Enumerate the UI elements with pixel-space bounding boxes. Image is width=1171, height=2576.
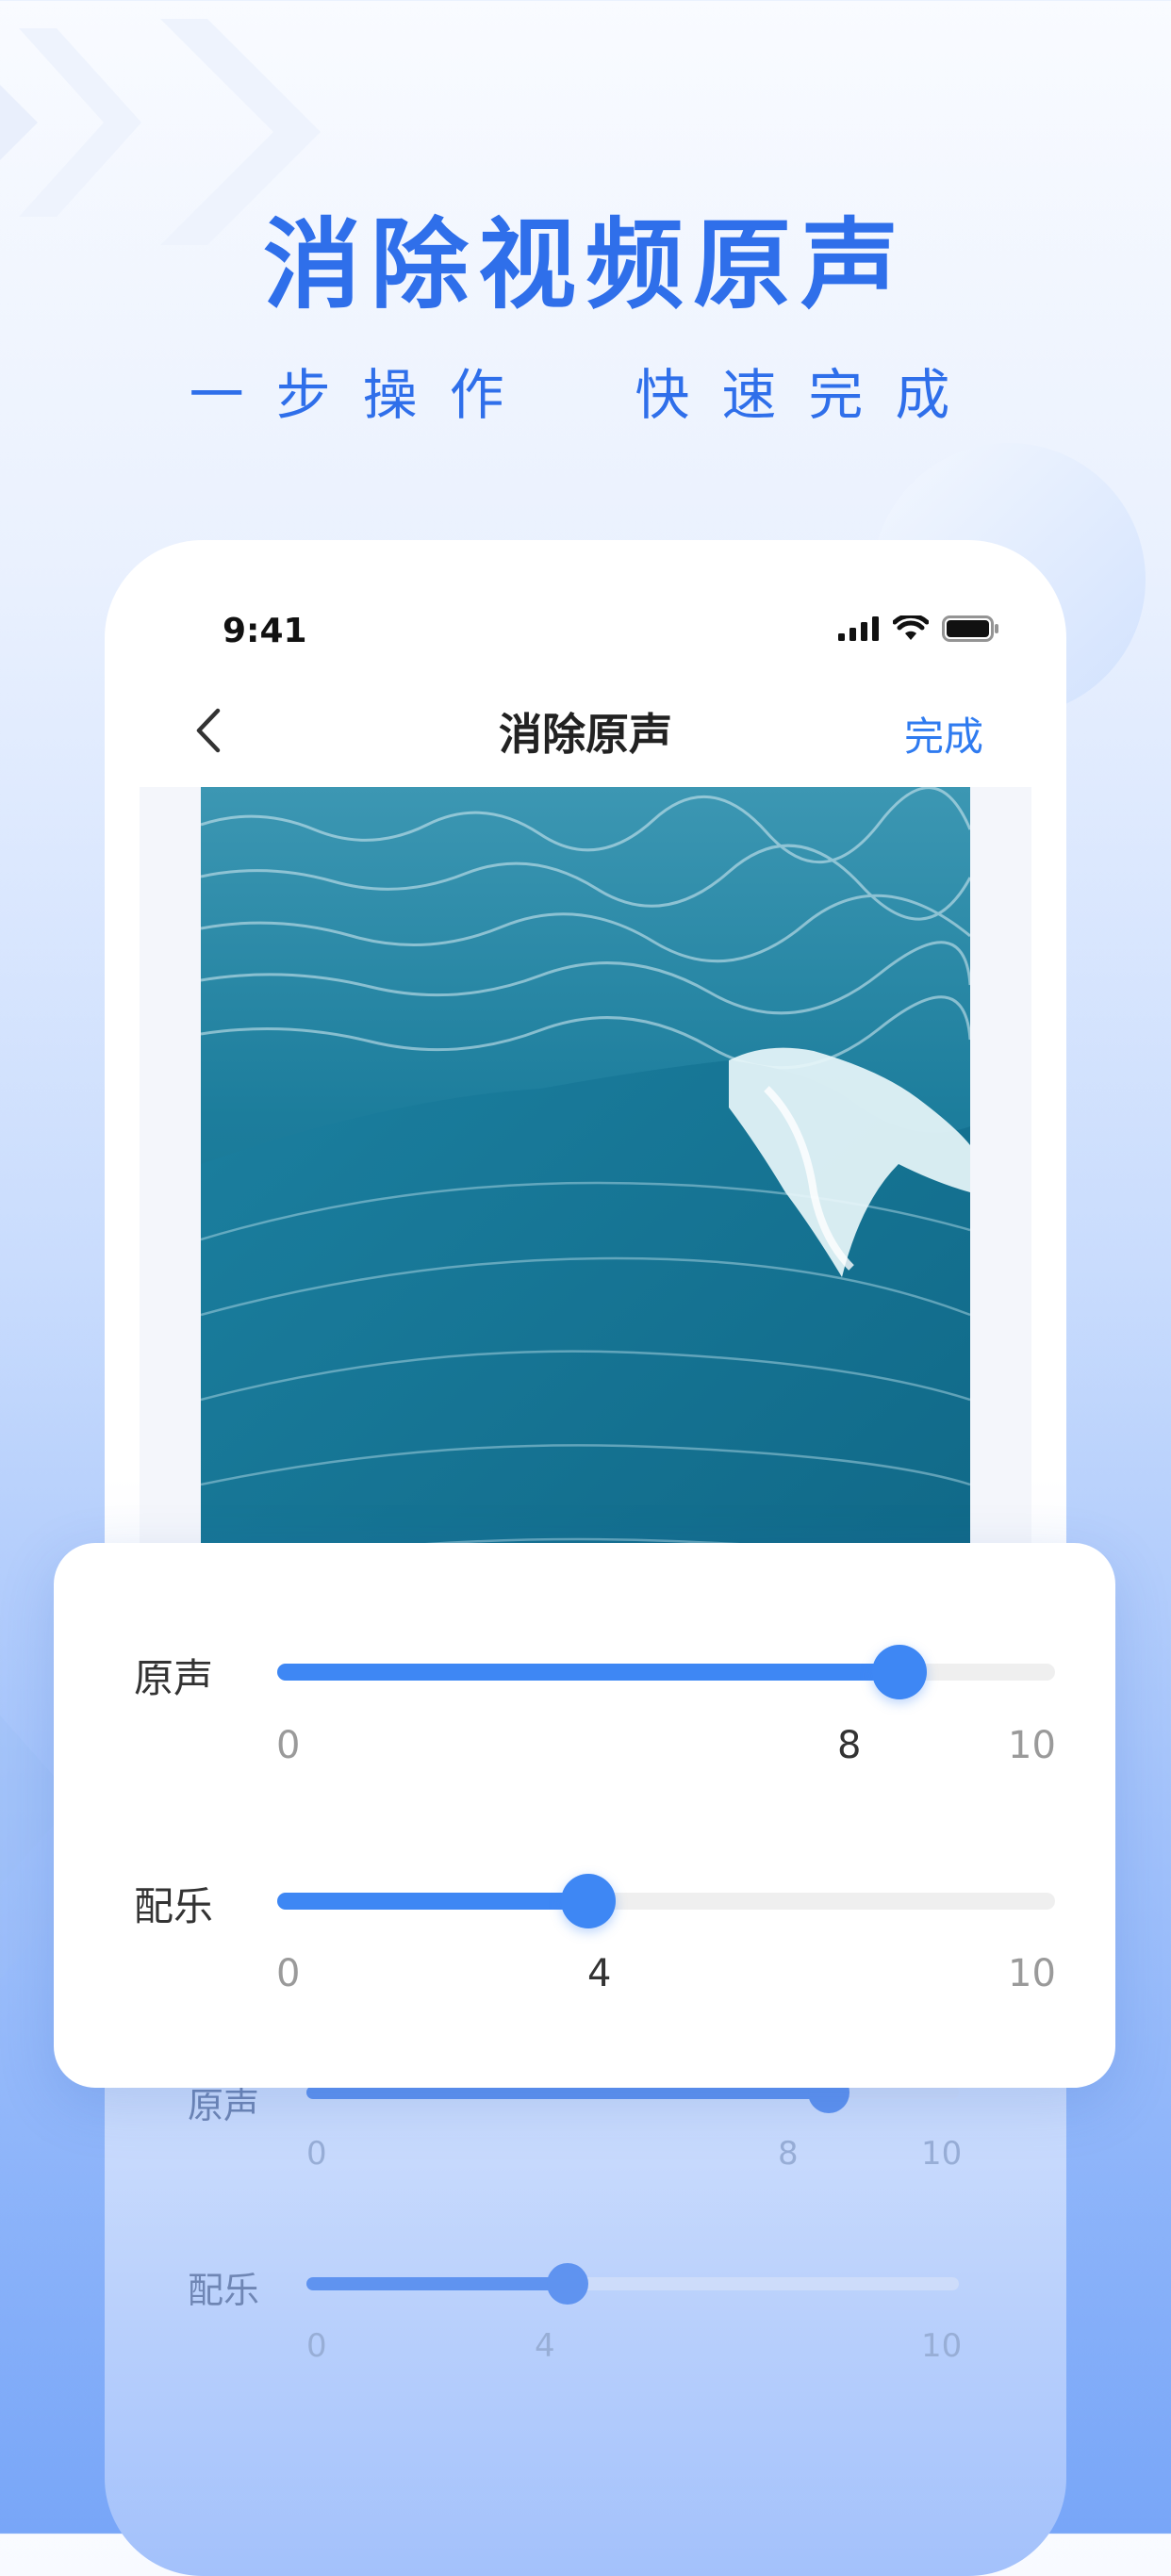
ghost-track-original [306, 2072, 959, 2113]
ghost-min-music: 0 [306, 2327, 327, 2365]
done-button[interactable]: 完成 [904, 705, 983, 763]
slider-original-track[interactable] [277, 1645, 1055, 1699]
ghost-fill-music [306, 2277, 568, 2290]
volume-card: 原声 0 8 10 配乐 0 4 10 [54, 1543, 1115, 2088]
slider-original-thumb[interactable] [872, 1645, 927, 1699]
ghost-max-music: 10 [921, 2327, 963, 2365]
status-time: 9:41 [223, 612, 307, 650]
ghost-track-music [306, 2263, 959, 2305]
slider-original-fill [277, 1664, 899, 1681]
slider-original-min: 0 [276, 1724, 301, 1767]
ghost-max-original: 10 [921, 2135, 963, 2173]
slider-label-original: 原声 [134, 1655, 214, 1701]
promo-headline: 消除视频原声 [262, 207, 908, 322]
cellular-signal-icon [838, 616, 879, 641]
slider-music-max: 10 [1008, 1952, 1056, 1995]
slider-music-value: 4 [587, 1952, 612, 1995]
ghost-label-music: 配乐 [188, 2270, 260, 2311]
slider-music-track[interactable] [277, 1874, 1055, 1928]
ghost-value-original: 8 [778, 2135, 799, 2173]
slider-original-max: 10 [1008, 1724, 1056, 1767]
ghost-fill-original [306, 2086, 829, 2099]
ghost-value-music: 4 [535, 2327, 555, 2365]
slider-music-fill [277, 1893, 588, 1910]
status-icons [838, 615, 1000, 642]
ghost-thumb-music [546, 2263, 588, 2305]
slider-label-music: 配乐 [134, 1883, 214, 1929]
ghost-min-original: 0 [306, 2135, 327, 2173]
slider-music-min: 0 [276, 1952, 301, 1995]
wifi-icon [893, 615, 929, 640]
slider-original-value: 8 [837, 1724, 862, 1767]
slider-music-thumb[interactable] [561, 1874, 616, 1928]
battery-icon [942, 615, 998, 642]
promo-subline: 一步操作 快速完成 [189, 363, 982, 427]
